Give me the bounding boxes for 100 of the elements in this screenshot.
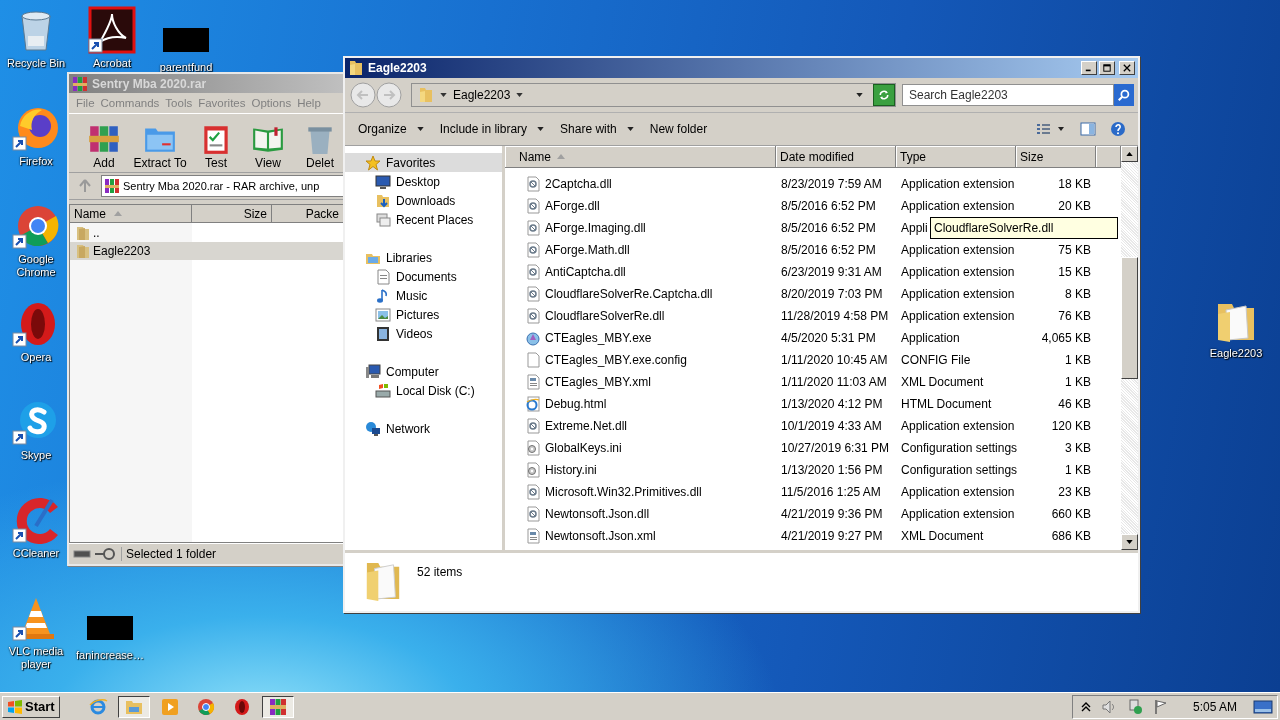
file-name[interactable]: CTEagles_MBY.exe.config — [545, 353, 687, 367]
nav-item[interactable]: Recent Places — [345, 210, 502, 229]
media-player-icon — [159, 696, 180, 717]
toolbar-button[interactable]: Extract To — [131, 122, 189, 170]
table-cell: 4/21/2019 9:27 PM — [781, 529, 883, 543]
network-icon — [365, 420, 381, 437]
refresh-button[interactable] — [873, 84, 895, 106]
table-cell: 6/23/2019 9:31 AM — [781, 265, 882, 279]
table-cell: Application extension — [901, 265, 1015, 279]
star-icon — [365, 154, 381, 171]
table-cell: 8/20/2019 7:03 PM — [781, 287, 883, 301]
table-cell: 1 KB — [1065, 375, 1091, 389]
nav-item[interactable]: Videos — [345, 324, 502, 343]
toolbar-button[interactable]: View — [243, 122, 293, 170]
table-cell: 11/5/2016 1:25 AM — [781, 485, 881, 499]
desktop-icon-label[interactable]: Google Chrome — [1, 253, 71, 279]
nav-item[interactable]: Libraries — [345, 248, 502, 267]
nav-item[interactable]: Music — [345, 286, 502, 305]
speaker-icon[interactable] — [1100, 698, 1117, 715]
command-button[interactable]: New folder — [642, 119, 715, 139]
file-name[interactable]: GlobalKeys.ini — [545, 441, 622, 455]
table-cell: XML Document — [901, 375, 984, 389]
file-name[interactable]: CTEagles_MBY.exe — [545, 331, 652, 345]
address-field[interactable]: Sentry Mba 2020.rar - RAR archive, unp — [101, 175, 345, 197]
caret-icon[interactable] — [516, 93, 524, 97]
toolbar-button[interactable]: Delet — [295, 122, 345, 170]
file-name[interactable]: CTEagles_MBY.xml — [545, 375, 651, 389]
caret-icon[interactable] — [440, 93, 447, 97]
table-cell: 1 KB — [1065, 353, 1091, 367]
desktop-icon-label[interactable]: Opera — [20, 351, 52, 364]
nav-item[interactable]: Favorites — [345, 153, 502, 172]
downloads-icon — [375, 192, 391, 209]
file-name[interactable]: Extreme.Net.dll — [545, 419, 628, 433]
file-name[interactable]: AForge.Math.dll — [545, 243, 630, 257]
clock[interactable]: 5:05 AM — [1192, 699, 1237, 714]
refresh-icon — [878, 89, 890, 101]
file-name[interactable]: Microsoft.Win32.Primitives.dll — [545, 485, 702, 499]
desktop-icon-label[interactable]: parentfund — [159, 61, 213, 74]
minimize-button[interactable] — [1081, 61, 1097, 75]
column-header[interactable]: Name — [505, 146, 776, 168]
nav-item[interactable]: Local Disk (C:) — [345, 381, 502, 400]
desktop-icon — [375, 173, 391, 190]
breadcrumb-item[interactable]: Eagle2203 — [453, 88, 511, 102]
dll-file-icon — [525, 418, 541, 434]
pdf-icon[interactable] — [88, 6, 136, 54]
column-header[interactable]: Type — [896, 146, 1016, 168]
column-header[interactable]: Date modified — [776, 146, 896, 168]
vertical-scrollbar[interactable] — [1121, 146, 1138, 550]
xml-file-icon — [525, 528, 541, 544]
flag-icon[interactable] — [1152, 698, 1169, 715]
file-name[interactable]: CloudflareSolverRe.dll — [545, 309, 665, 323]
table-cell: Configuration settings — [901, 463, 1018, 477]
file-name[interactable]: Debug.html — [545, 397, 607, 411]
desktop-icon-label[interactable]: Eagle2203 — [1209, 347, 1263, 360]
nav-item[interactable]: Downloads — [345, 191, 502, 210]
taskbar-button[interactable] — [261, 695, 294, 718]
file-name[interactable]: CloudflareSolverRe.Captcha.dll — [545, 287, 713, 301]
maximize-button[interactable] — [1099, 61, 1115, 75]
window-title: Sentry Mba 2020.rar — [92, 76, 207, 91]
command-button[interactable]: Organize — [351, 119, 431, 139]
file-name[interactable]: AntiCaptcha.dll — [545, 265, 626, 279]
command-button[interactable]: Share with — [553, 119, 641, 139]
show-desktop-button[interactable] — [1253, 699, 1273, 714]
nav-item[interactable]: Documents — [345, 267, 502, 286]
list-row[interactable]: .. — [70, 224, 344, 242]
nav-item[interactable]: Pictures — [345, 305, 502, 324]
cleaner-icon[interactable] — [12, 496, 60, 544]
address-bar[interactable]: Eagle2203 — [411, 83, 896, 107]
file-name[interactable]: AForge.Imaging.dll — [545, 221, 646, 235]
chevron-up-icon[interactable] — [1080, 701, 1091, 712]
desktop-icon-label[interactable]: Firefox — [19, 155, 53, 168]
command-button[interactable]: Include in library — [432, 119, 552, 139]
toolbar-button[interactable]: Add — [79, 122, 129, 170]
search-button[interactable] — [1114, 84, 1134, 106]
file-name[interactable]: 2Captcha.dll — [545, 177, 612, 191]
file-name[interactable]: Newtonsoft.Json.xml — [545, 529, 656, 543]
desktop-icon-label[interactable]: Acrobat — [93, 57, 131, 70]
file-name[interactable]: Newtonsoft.Json.dll — [545, 507, 650, 521]
column-header[interactable]: Size — [192, 205, 272, 223]
settings-file-icon — [525, 440, 541, 456]
search-field[interactable]: Search Eagle2203 — [902, 84, 1114, 106]
close-button[interactable] — [1119, 61, 1135, 75]
table-cell: 8/23/2019 7:59 AM — [781, 177, 882, 191]
start-button[interactable]: Start — [2, 695, 60, 718]
caret-icon[interactable] — [856, 93, 863, 97]
sort-arrow-icon — [114, 211, 122, 216]
desktop-icon-label[interactable]: Skype — [20, 449, 52, 462]
nav-item[interactable]: Computer — [345, 362, 502, 381]
table-cell: Application extension — [901, 485, 1015, 499]
list-row[interactable]: Eagle2203 — [70, 242, 344, 260]
file-name[interactable]: AForge.dll — [545, 199, 600, 213]
nav-item[interactable]: Desktop — [345, 172, 502, 191]
table-cell: 75 KB — [1058, 243, 1091, 257]
column-header[interactable]: Size — [1016, 146, 1096, 168]
toolbar-button[interactable]: Test — [191, 122, 241, 170]
nav-item[interactable]: Network — [345, 419, 502, 438]
table-cell: Application extension — [901, 507, 1015, 521]
archive-icon — [72, 75, 88, 92]
file-name[interactable]: History.ini — [545, 463, 597, 477]
taskbar-button[interactable] — [117, 695, 150, 718]
